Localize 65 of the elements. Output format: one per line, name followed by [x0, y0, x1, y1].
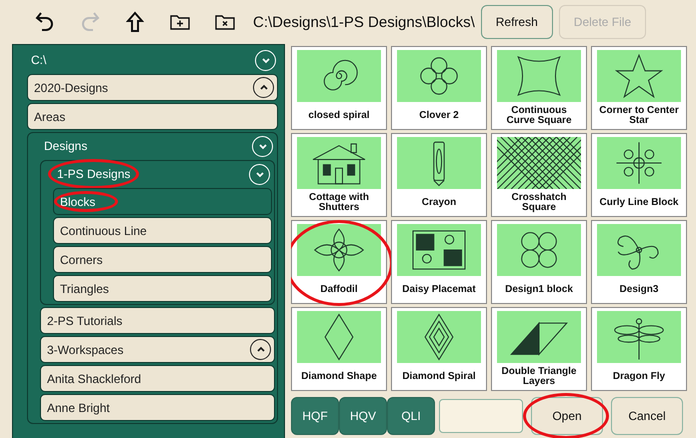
design-tile[interactable]: Curly Line Block: [591, 133, 687, 217]
folder-item[interactable]: 2020-Designs: [27, 74, 278, 101]
folder-plus-icon: [170, 14, 190, 30]
chevron-button[interactable]: [250, 339, 271, 360]
design-tile[interactable]: Double Triangle Layers: [491, 307, 587, 391]
design-tile[interactable]: Clover 2: [391, 46, 487, 130]
design-tile[interactable]: Daisy Placemat: [391, 220, 487, 304]
design-name: Daisy Placemat: [402, 282, 476, 296]
design-tile[interactable]: Crosshatch Square: [491, 133, 587, 217]
design-tile[interactable]: Cottage with Shutters: [291, 133, 387, 217]
design-name: closed spiral: [308, 108, 370, 122]
folder-label[interactable]: 1-PS Designs: [57, 167, 130, 181]
folder-item[interactable]: 2-PS Tutorials: [40, 307, 275, 334]
refresh-button[interactable]: Refresh: [480, 5, 553, 39]
design-name: Design1 block: [505, 282, 573, 296]
folder-item[interactable]: Anne Bright: [40, 394, 275, 421]
chevron-up-icon: [256, 346, 266, 353]
design-name: Curly Line Block: [600, 196, 678, 210]
design-tile[interactable]: Corner to Center Star: [591, 46, 687, 130]
folder-item[interactable]: Areas: [27, 103, 278, 130]
chevron-down-icon: [254, 170, 264, 178]
chevron-up-icon: [258, 84, 268, 91]
folder-x-icon: [214, 14, 234, 30]
folder-item[interactable]: Continuous Line: [53, 217, 272, 244]
design-name: Continuous Curve Square: [505, 104, 573, 128]
design-tile[interactable]: Diamond Spiral: [391, 307, 487, 391]
design-tile[interactable]: Diamond Shape: [291, 307, 387, 391]
design-name: Cottage with Shutters: [308, 190, 370, 214]
design-tile[interactable]: Crayon: [391, 133, 487, 217]
chevron-button[interactable]: [253, 77, 274, 98]
folder-label[interactable]: C:\: [31, 53, 46, 67]
folder-item[interactable]: 3-Workspaces: [40, 336, 275, 363]
design-name: Clover 2: [419, 108, 459, 122]
up-arrow-icon: [126, 11, 144, 33]
design-name: Crosshatch Square: [510, 190, 568, 214]
folder-item[interactable]: Anita Shackleford: [40, 365, 275, 392]
format-button[interactable]: HQF: [291, 397, 339, 435]
design-tile[interactable]: Design3: [591, 220, 687, 304]
format-button[interactable]: QLI: [387, 397, 435, 435]
design-name: Diamond Spiral: [402, 370, 476, 384]
folder-label[interactable]: Designs: [44, 139, 88, 153]
chevron-down-icon: [258, 142, 268, 150]
design-name: Design3: [620, 282, 658, 296]
cancel-button[interactable]: Cancel: [611, 397, 683, 435]
design-tile[interactable]: Continuous Curve Square: [491, 46, 587, 130]
redo-icon: [80, 11, 100, 33]
folder-item[interactable]: Blocks: [53, 188, 272, 215]
design-tile[interactable]: Daffodil: [291, 220, 387, 304]
design-name: Corner to Center Star: [598, 104, 680, 128]
undo-icon: [34, 11, 54, 33]
design-tile[interactable]: Dragon Fly: [591, 307, 687, 391]
format-button[interactable]: HQV: [339, 397, 387, 435]
folder-item[interactable]: Corners: [53, 246, 272, 273]
design-name: Diamond Shape: [301, 370, 377, 384]
folder-item[interactable]: Triangles: [53, 275, 272, 302]
design-tile[interactable]: Design1 block: [491, 220, 587, 304]
design-name: Double Triangle Layers: [500, 364, 578, 388]
file-name-field[interactable]: [439, 399, 523, 433]
design-name: Crayon: [422, 196, 456, 210]
chevron-down-icon: [260, 56, 270, 64]
open-button[interactable]: Open: [531, 397, 603, 435]
design-tile[interactable]: closed spiral: [291, 46, 387, 130]
path-text: C:\Designs\1-PS Designs\Blocks\: [253, 14, 475, 30]
design-name: Daffodil: [320, 282, 358, 296]
design-name: Dragon Fly: [612, 370, 666, 384]
